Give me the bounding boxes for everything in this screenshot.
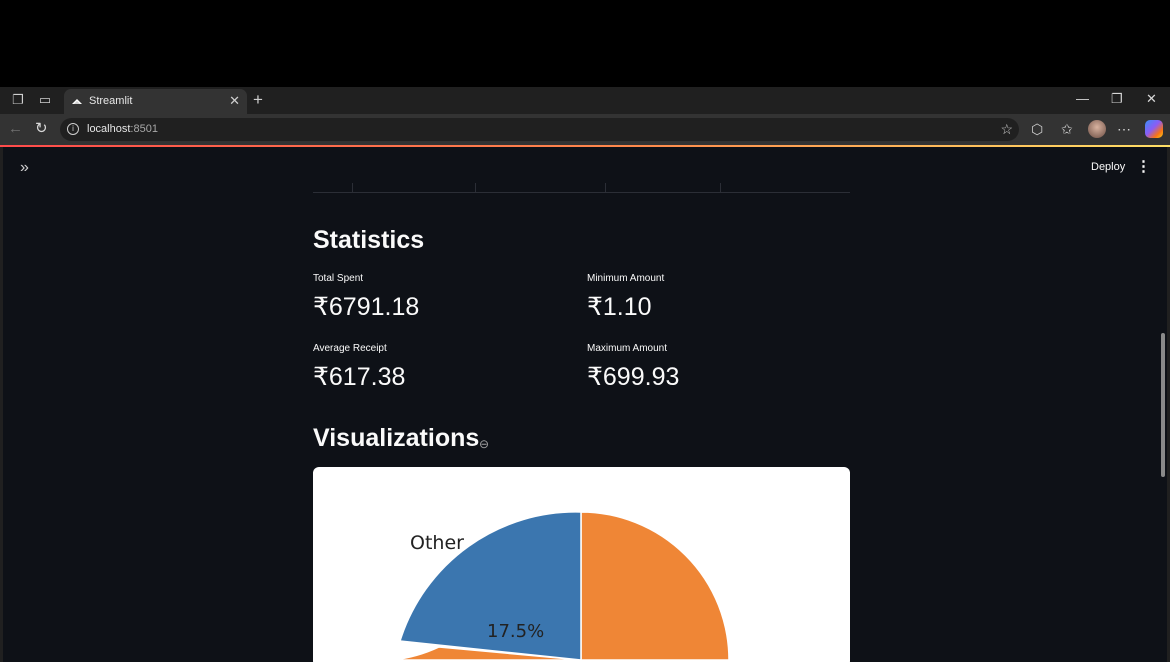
url-text: localhost:8501 (87, 123, 158, 135)
back-icon[interactable]: ← (8, 120, 23, 138)
pie-slice-orange (580, 511, 730, 661)
extensions-icon[interactable]: ⬡ (1031, 120, 1043, 138)
pie-chart: Other 17.5% (392, 511, 730, 661)
tab-actions-icon[interactable]: ▭ (37, 92, 53, 108)
pie-chart-card: Other 17.5% (313, 467, 850, 662)
streamlit-app: » Deploy ⋮ Statistics Total Spent ₹6791.… (3, 147, 1167, 662)
more-options-icon[interactable]: ⋯ (1117, 120, 1131, 138)
visualizations-heading: Visualizations (313, 424, 480, 452)
main-menu-icon[interactable]: ⋮ (1136, 157, 1151, 175)
metric-label: Average Receipt (313, 343, 387, 354)
scrollbar-thumb[interactable] (1161, 333, 1165, 477)
url-port: :8501 (130, 123, 158, 135)
tab-close-icon[interactable]: ✕ (229, 93, 240, 109)
browser-window: ❐ ▭ Streamlit ✕ + — ❐ ✕ ← ↻ i localhost:… (0, 87, 1170, 662)
deploy-button[interactable]: Deploy (1091, 161, 1125, 173)
profile-avatar[interactable] (1088, 120, 1106, 138)
address-bar[interactable]: i localhost:8501 ☆ (60, 118, 1019, 141)
reload-icon[interactable]: ↻ (35, 120, 48, 138)
new-tab-icon[interactable]: + (253, 90, 263, 110)
metric-label: Maximum Amount (587, 343, 668, 354)
metric-value: ₹617.38 (313, 363, 406, 391)
copilot-icon[interactable] (1145, 120, 1163, 138)
favorite-star-icon[interactable]: ☆ (1000, 121, 1013, 138)
restore-icon[interactable]: ❐ (1111, 91, 1123, 107)
site-info-icon[interactable]: i (67, 123, 79, 135)
minimize-icon[interactable]: — (1076, 91, 1089, 106)
tab-title: Streamlit (89, 95, 133, 107)
close-window-icon[interactable]: ✕ (1146, 91, 1157, 107)
favorites-icon[interactable]: ✩ (1061, 120, 1073, 138)
metric-label: Minimum Amount (587, 273, 665, 284)
expand-sidebar-icon[interactable]: » (20, 159, 29, 177)
pie-slice-pct-label: 17.5% (487, 621, 544, 642)
url-host: localhost (87, 123, 131, 135)
metric-value: ₹6791.18 (313, 293, 420, 321)
screen-letterbox-top (0, 0, 1170, 87)
anchor-link-icon[interactable]: ⊖ (479, 437, 489, 451)
streamlit-favicon-icon (72, 99, 82, 104)
tab-strip: ❐ ▭ Streamlit ✕ + — ❐ ✕ (0, 87, 1170, 114)
metric-label: Total Spent (313, 273, 364, 284)
metric-value: ₹1.10 (587, 293, 652, 321)
dataframe-bottom-edge (313, 183, 850, 193)
tab-streamlit[interactable]: Streamlit ✕ (64, 89, 247, 114)
workspaces-icon[interactable]: ❐ (10, 92, 26, 108)
browser-toolbar: ← ↻ i localhost:8501 ☆ ⬡ ✩ ⋯ (0, 114, 1170, 145)
metric-value: ₹699.93 (587, 363, 680, 391)
pie-slice-label: Other (410, 532, 464, 554)
statistics-heading: Statistics (313, 226, 425, 254)
